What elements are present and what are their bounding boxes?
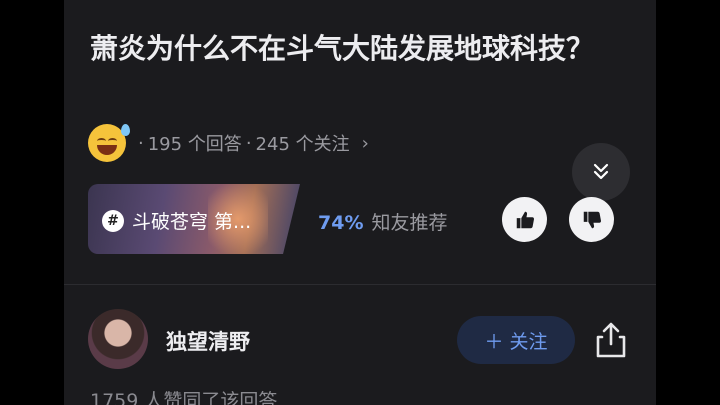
meta-separator: · <box>245 132 252 154</box>
answer-count: 195 个回答 <box>147 134 242 155</box>
sweat-smile-emoji-icon <box>88 124 130 162</box>
downvote-button[interactable] <box>569 197 614 242</box>
recommend-text: 知友推荐 <box>371 212 448 234</box>
topic-card[interactable]: # 斗破苍穹 第... <box>88 184 300 254</box>
meta-separator: · <box>138 132 144 154</box>
author-avatar[interactable] <box>88 309 148 369</box>
agree-count: 1759 人赞同了该回答 <box>90 390 278 405</box>
share-icon <box>596 322 626 358</box>
question-meta[interactable]: · 195 个回答 · 245 个关注 › <box>88 124 369 162</box>
section-divider <box>64 284 656 285</box>
recommend-percent: 74% <box>318 212 364 234</box>
share-button[interactable] <box>594 320 628 360</box>
topic-label: 斗破苍穹 第... <box>132 211 252 233</box>
chevron-right-icon: › <box>361 132 369 154</box>
thumbs-up-icon <box>516 211 534 228</box>
hashtag-icon: # <box>102 209 124 232</box>
thumbs-down-icon <box>583 211 601 228</box>
collapse-button[interactable] <box>572 143 630 201</box>
recommend-rate: 74% 知友推荐 <box>318 208 448 235</box>
answer-screen: 萧炎为什么不在斗气大陆发展地球科技？ · 195 个回答 · 245 个关注 ›… <box>64 0 656 405</box>
follow-button[interactable]: ＋ 关注 <box>457 316 575 364</box>
double-chevron-down-icon <box>593 163 609 180</box>
question-title[interactable]: 萧炎为什么不在斗气大陆发展地球科技？ <box>90 26 610 72</box>
follower-count: 245 个关注 <box>255 134 350 155</box>
upvote-button[interactable] <box>502 197 547 242</box>
author-name[interactable]: 独望清野 <box>166 326 250 356</box>
